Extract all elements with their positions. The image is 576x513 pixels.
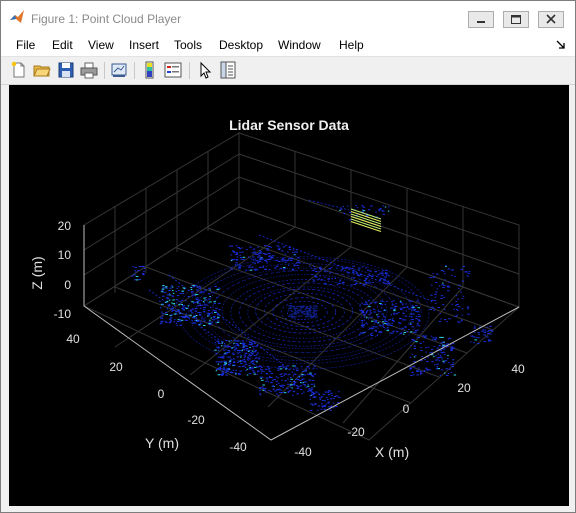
- window-title: Figure 1: Point Cloud Player: [31, 12, 182, 26]
- menu-window[interactable]: Window: [278, 38, 321, 52]
- x-tick-label: -20: [347, 425, 365, 439]
- menu-edit[interactable]: Edit: [52, 38, 73, 52]
- menu-file[interactable]: File: [16, 38, 35, 52]
- toolbar-separator: [104, 62, 105, 79]
- z-axis-label: Z (m): [29, 256, 45, 289]
- figure-window: Figure 1: Point Cloud Player File Edit V…: [0, 0, 576, 513]
- x-axis-label: X (m): [375, 444, 409, 460]
- x-tick-label: -40: [294, 445, 312, 459]
- y-tick-label: -40: [229, 440, 247, 454]
- new-figure-icon[interactable]: [10, 61, 28, 79]
- open-file-icon[interactable]: [33, 61, 51, 79]
- minimize-button[interactable]: [468, 11, 494, 28]
- x-tick-label: 20: [457, 381, 471, 395]
- menu-help[interactable]: Help: [339, 38, 364, 52]
- save-icon[interactable]: [57, 61, 75, 79]
- z-tick-label: 0: [64, 278, 71, 292]
- point-cloud-axes[interactable]: 20 10 0 -10 Z (m) 40 20 0 -20 -40 Y (m) …: [9, 85, 569, 506]
- toolbar-separator: [134, 62, 135, 79]
- menu-desktop[interactable]: Desktop: [219, 38, 263, 52]
- matlab-icon: [10, 10, 24, 23]
- maximize-icon: [511, 15, 521, 24]
- link-plot-icon[interactable]: [110, 61, 128, 79]
- y-tick-label: 20: [109, 360, 123, 374]
- x-tick-label: 40: [511, 362, 525, 376]
- toolbar-separator: [189, 62, 190, 79]
- y-tick-label: 0: [158, 387, 165, 401]
- menu-insert[interactable]: Insert: [129, 38, 159, 52]
- close-icon: [546, 14, 556, 24]
- insert-colorbar-icon[interactable]: [141, 61, 159, 79]
- property-inspector-icon[interactable]: [219, 61, 237, 79]
- z-tick-label: -10: [54, 307, 72, 321]
- maximize-button[interactable]: [503, 11, 529, 28]
- figure-canvas[interactable]: Lidar Sensor Data 20 10 0 -10 Z (m) 40 2…: [9, 85, 569, 506]
- z-tick-label: 20: [58, 219, 72, 233]
- x-tick-label: 0: [403, 402, 410, 416]
- y-tick-label: -20: [187, 413, 205, 427]
- minimize-icon: [477, 21, 485, 23]
- y-tick-label: 40: [66, 332, 80, 346]
- insert-legend-icon[interactable]: [164, 61, 182, 79]
- dock-arrow-icon[interactable]: [556, 40, 566, 50]
- menu-bar: File Edit View Insert Tools Desktop Wind…: [1, 32, 575, 57]
- edit-plot-icon[interactable]: [196, 61, 214, 79]
- point-cloud: [131, 199, 494, 411]
- toolbar: [1, 57, 575, 85]
- y-axis-label: Y (m): [145, 435, 179, 451]
- close-button[interactable]: [538, 11, 564, 28]
- title-bar[interactable]: Figure 1: Point Cloud Player: [1, 1, 575, 32]
- z-tick-label: 10: [58, 248, 72, 262]
- menu-view[interactable]: View: [88, 38, 114, 52]
- print-icon[interactable]: [80, 61, 98, 79]
- menu-tools[interactable]: Tools: [174, 38, 202, 52]
